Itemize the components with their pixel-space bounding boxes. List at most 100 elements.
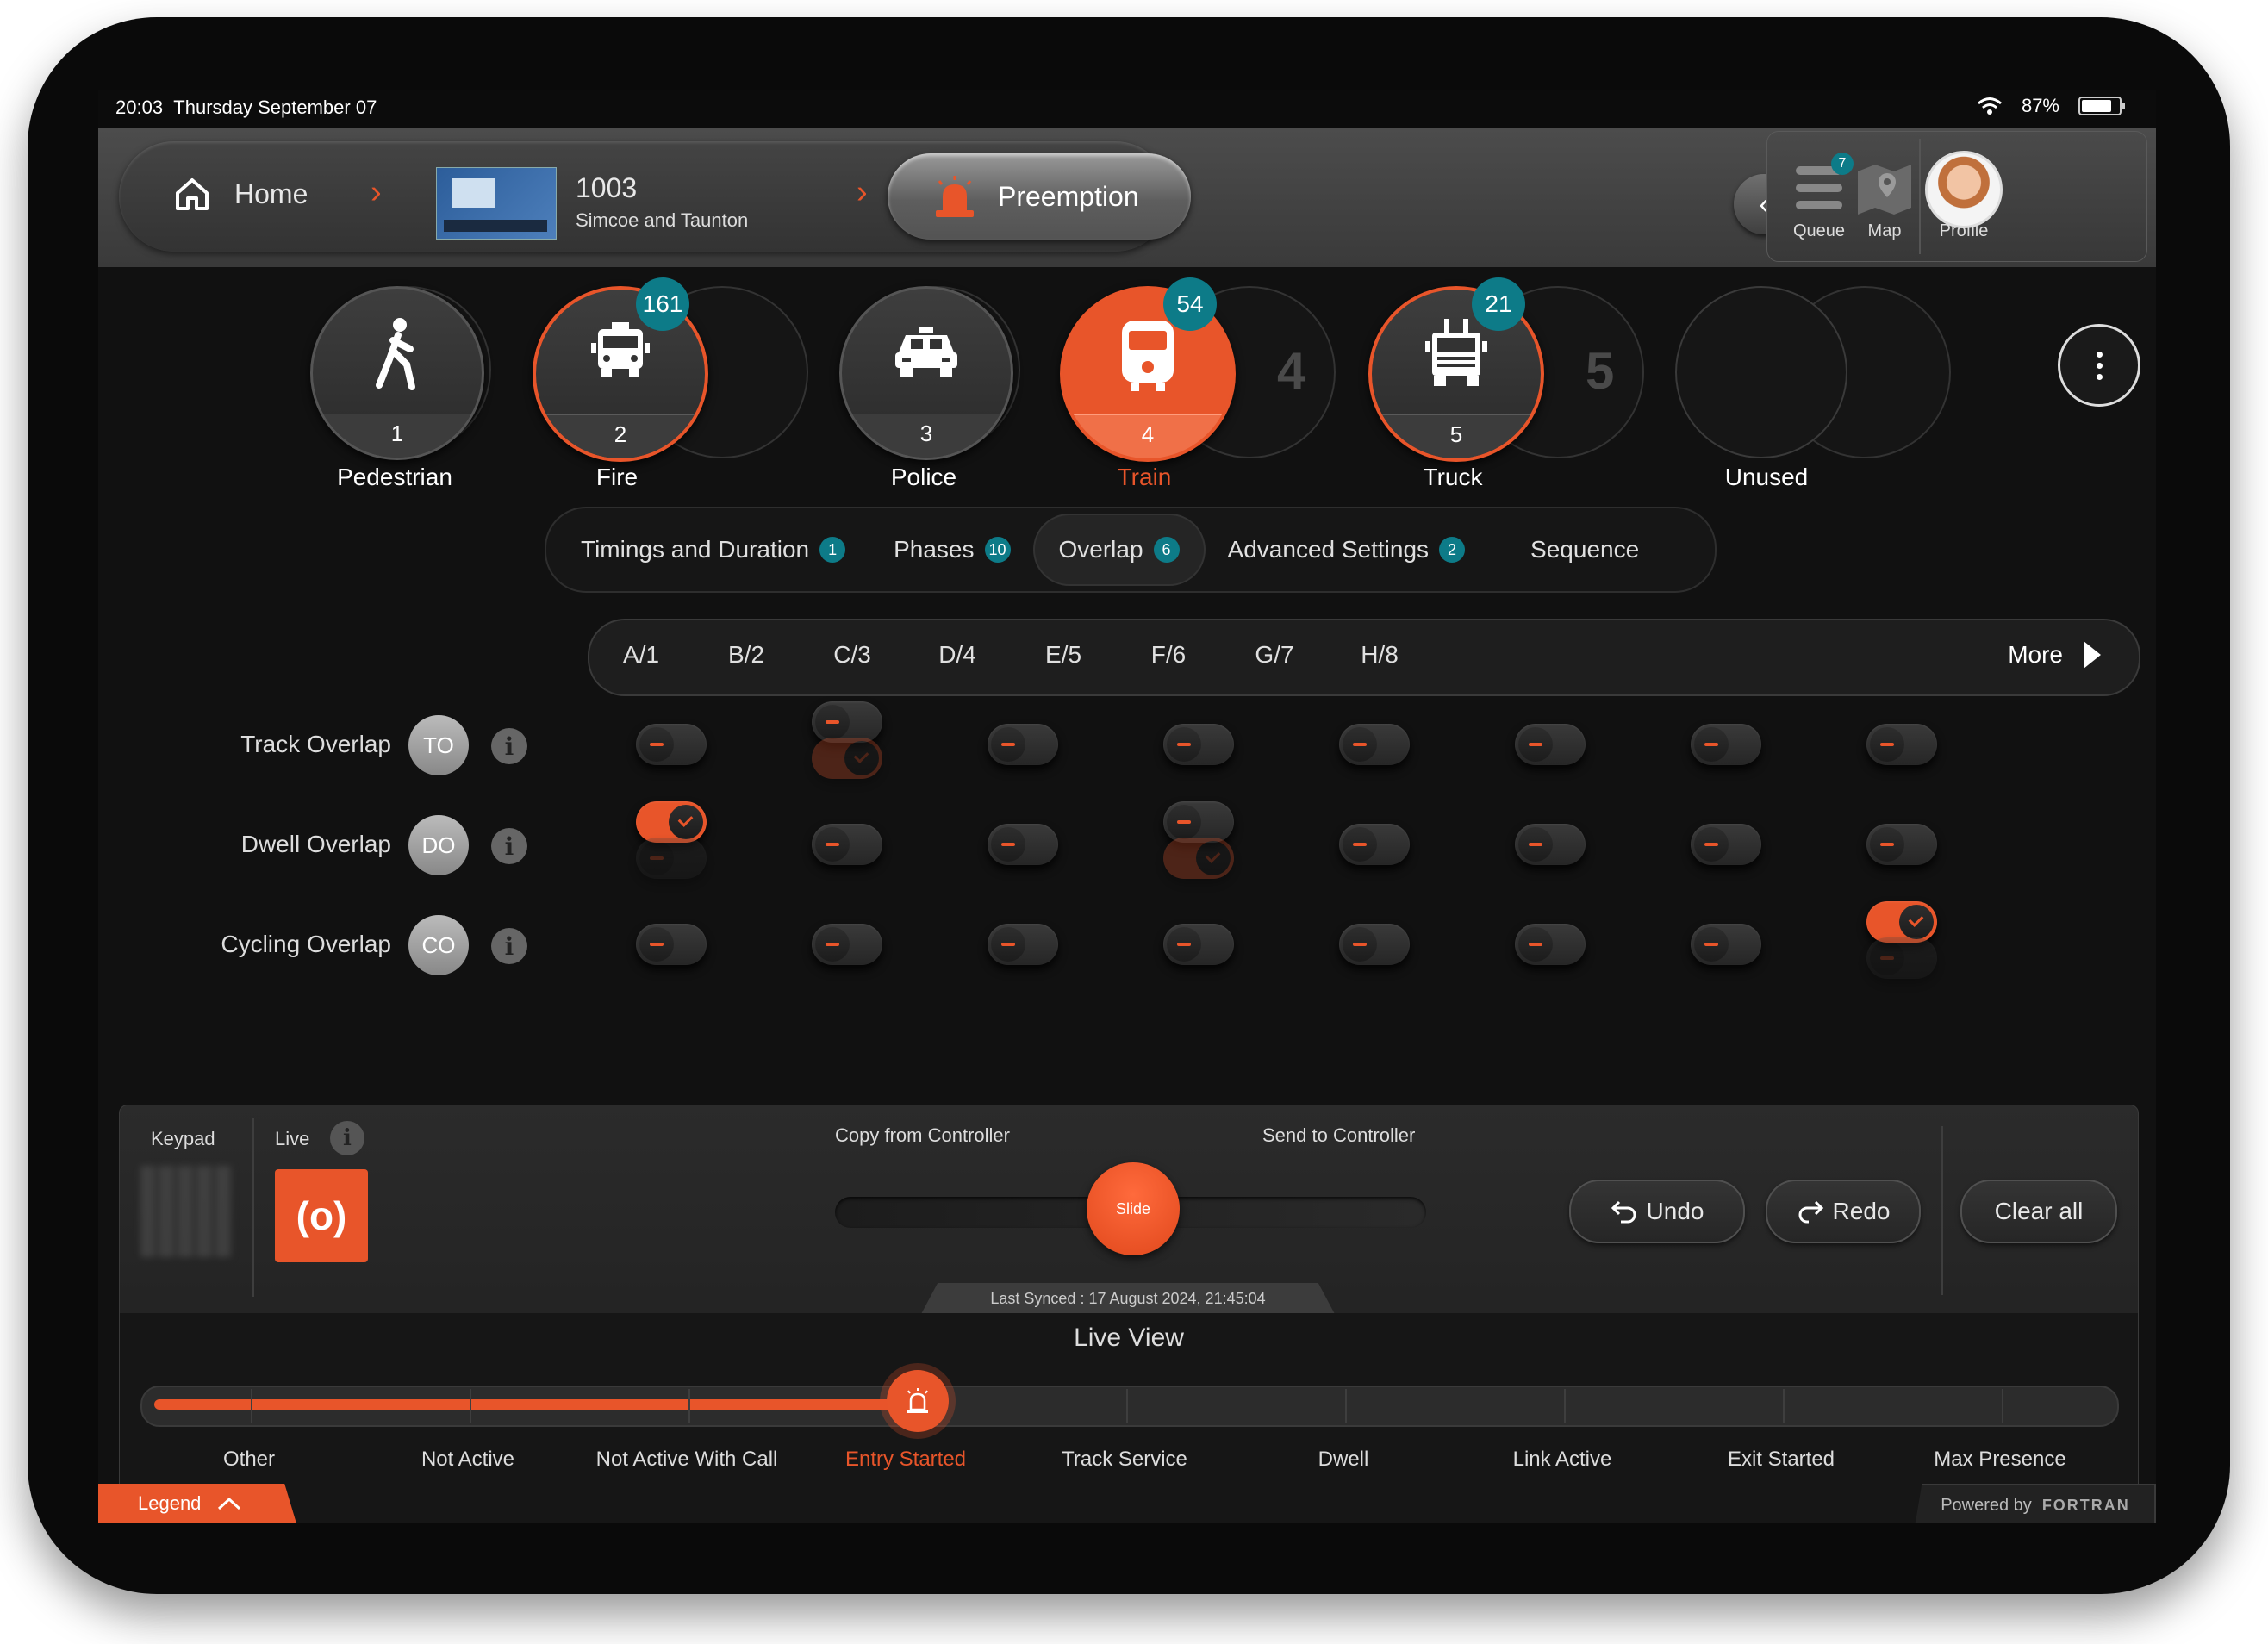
overlap-toggle[interactable] (1691, 924, 1761, 965)
profile-button[interactable]: Profile (1921, 151, 2007, 241)
undo-icon (1611, 1200, 1636, 1224)
vehicle-number: 1 (313, 414, 482, 458)
fire-truck-icon (591, 322, 650, 377)
truck-icon (1425, 319, 1487, 386)
vehicle-train[interactable]: 4 4 54 Train (1060, 277, 1422, 490)
tab-timings-duration[interactable]: Timings and Duration 1 (557, 515, 869, 584)
sync-slider-knob[interactable]: Slide (1087, 1162, 1180, 1255)
breadcrumb: Home › 1003 Simcoe and Taunton › Preempt… (119, 141, 1191, 252)
dwell-overlap-abbr: DO (408, 815, 469, 875)
vehicle-name: Unused (1724, 464, 1809, 490)
controller-id: 1003 (576, 172, 638, 203)
avatar (1925, 151, 2003, 228)
overlap-toggle[interactable] (1866, 824, 1937, 865)
breadcrumb-home[interactable]: Home (172, 174, 308, 214)
overlap-toggle[interactable] (812, 924, 882, 965)
tab-sequence[interactable]: Sequence (1506, 515, 1663, 584)
overlap-toggle[interactable] (636, 724, 707, 765)
info-icon[interactable]: i (491, 828, 527, 864)
tab-overlap[interactable]: Overlap 6 (1034, 515, 1204, 584)
status-bar: 20:03 Thursday September 07 87% (98, 90, 2156, 128)
overlap-toggle[interactable] (1339, 824, 1410, 865)
stage-label: Track Service (1062, 1448, 1187, 1471)
live-label: Live (275, 1128, 310, 1149)
controller-thumbnail[interactable] (436, 167, 557, 240)
stage-label: Not Active With Call (595, 1448, 778, 1471)
vehicle-ghost-number: 4 (1277, 342, 1306, 400)
overlap-toggle[interactable] (988, 924, 1058, 965)
keypad-label: Keypad (151, 1128, 215, 1149)
overlap-toggle[interactable] (1691, 724, 1761, 765)
vehicle-number: 2 (536, 414, 705, 458)
overlap-toggle[interactable] (1515, 824, 1586, 865)
breadcrumb-current-label: Preemption (998, 180, 1139, 212)
breadcrumb-preemption[interactable]: Preemption (888, 153, 1191, 240)
live-toggle-button[interactable]: (o) (275, 1169, 368, 1262)
overlap-toggle[interactable] (1866, 901, 1937, 943)
live-view-indicator (887, 1370, 949, 1432)
overlap-toggle[interactable] (1515, 724, 1586, 765)
tab-badge: 10 (984, 537, 1011, 563)
phase-column[interactable]: A/1 (589, 641, 693, 669)
siren-icon (936, 176, 974, 217)
overlap-toggle[interactable] (1866, 724, 1937, 765)
top-bar: Home › 1003 Simcoe and Taunton › Preempt… (98, 128, 2156, 267)
map-icon (1858, 165, 1911, 215)
overlap-toggle[interactable] (636, 801, 707, 843)
phase-column[interactable]: H/8 (1328, 641, 1431, 669)
info-icon[interactable]: i (330, 1121, 364, 1155)
overlap-toggle[interactable] (988, 724, 1058, 765)
chevron-up-icon (218, 1497, 241, 1510)
overlap-toggle[interactable] (1515, 924, 1586, 965)
info-icon[interactable]: i (491, 728, 527, 764)
legend-toggle[interactable]: Legend (98, 1484, 296, 1523)
stage-label: Other (222, 1448, 276, 1471)
row-label-cycling-overlap: Cycling Overlap (221, 931, 391, 957)
overlap-toggle[interactable] (1691, 824, 1761, 865)
tab-advanced-settings[interactable]: Advanced Settings 2 (1204, 515, 1490, 584)
tab-badge: 6 (1153, 537, 1180, 563)
overlap-toggle[interactable] (1163, 924, 1234, 965)
keypad-icon[interactable] (140, 1166, 232, 1257)
settings-tabs: Timings and Duration 1 Phases 10 Overlap 6 … (545, 507, 1717, 593)
overlap-toggle[interactable] (1163, 801, 1234, 843)
copy-from-controller-label: Copy from Controller (835, 1124, 1010, 1146)
last-synced: Last Synced : 17 August 2024, 21:45:04 (921, 1283, 1335, 1314)
overlap-toggle[interactable] (1339, 924, 1410, 965)
more-options-button[interactable] (2058, 324, 2140, 407)
tab-phases[interactable]: Phases 10 (869, 515, 1034, 584)
phase-column[interactable]: E/5 (1012, 641, 1115, 669)
overlap-toggle[interactable] (1163, 724, 1234, 765)
vehicle-ghost-number: 5 (1586, 342, 1615, 400)
phases-more-button[interactable]: More (2008, 641, 2101, 669)
breadcrumb-controller[interactable]: 1003 Simcoe and Taunton (576, 172, 748, 232)
phase-column[interactable]: D/4 (906, 641, 1009, 669)
controller-name: Simcoe and Taunton (576, 209, 749, 231)
overlap-toggle[interactable] (636, 924, 707, 965)
redo-button[interactable]: Redo (1766, 1180, 1921, 1243)
overlap-toggle[interactable] (988, 824, 1058, 865)
pedestrian-icon (376, 318, 415, 390)
phase-column[interactable]: C/3 (801, 641, 904, 669)
track-overlap-abbr: TO (408, 715, 469, 775)
map-button[interactable]: Map (1841, 151, 1928, 241)
phase-column[interactable]: B/2 (695, 641, 798, 669)
overlap-toggle[interactable] (812, 824, 882, 865)
stage-label: Not Active (421, 1448, 515, 1471)
vehicle-name: Pedestrian (337, 464, 452, 490)
overlap-toggle[interactable] (812, 701, 882, 743)
phase-column[interactable]: F/6 (1117, 641, 1220, 669)
clear-all-button[interactable]: Clear all (1960, 1180, 2117, 1243)
stage-label: Dwell (1318, 1448, 1369, 1471)
vehicle-number: 3 (842, 414, 1011, 458)
info-icon[interactable]: i (491, 928, 527, 964)
stage-label: Link Active (1512, 1448, 1612, 1471)
vehicle-unused[interactable]: Unused (1675, 286, 2037, 490)
nav-panel: 7 Queue Map Profile (1766, 131, 2147, 262)
chevron-right-icon: › (857, 174, 868, 210)
chevron-right-icon: › (371, 174, 382, 210)
overlap-toggle[interactable] (1339, 724, 1410, 765)
undo-button[interactable]: Undo (1569, 1180, 1745, 1243)
phase-column[interactable]: G/7 (1223, 641, 1326, 669)
battery-percent: 87% (2021, 95, 2059, 116)
